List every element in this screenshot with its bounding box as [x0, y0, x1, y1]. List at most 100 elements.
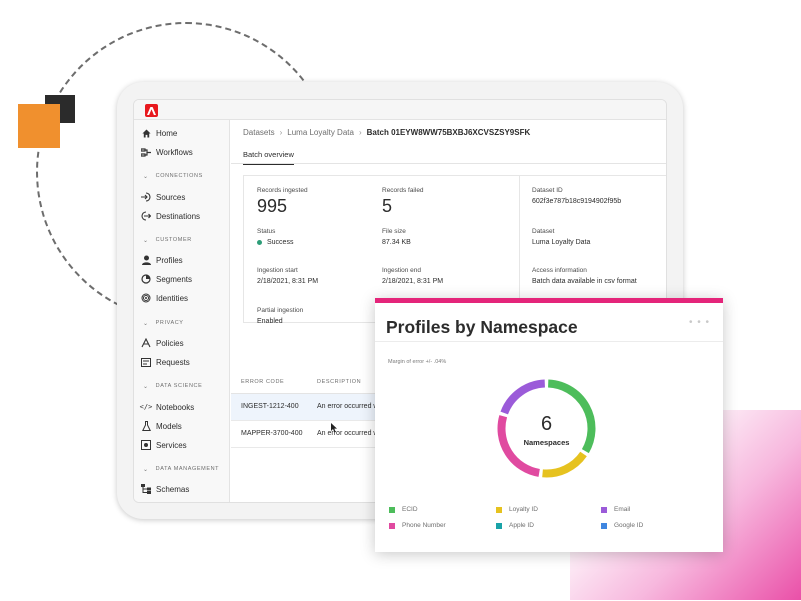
panel-divider — [375, 341, 723, 342]
ingestion-start-field: Ingestion start 2/18/2021, 8:31 PM — [257, 267, 319, 285]
sidebar-item-requests[interactable]: Requests — [141, 355, 190, 369]
left-nav: Home Workflows ⌄ CONNECTIONS Sources Dest… — [134, 120, 230, 502]
breadcrumb-separator: › — [358, 128, 362, 137]
sidebar-item-label: Profiles — [156, 255, 183, 265]
breadcrumb-datasets[interactable]: Datasets — [243, 128, 275, 137]
sidebar-item-label: Home — [156, 128, 178, 138]
column-header-description[interactable]: DESCRIPTION — [317, 379, 361, 385]
description-cell: An error occurred w — [317, 430, 379, 437]
legend-item-email[interactable]: Email — [601, 506, 630, 513]
sidebar-item-label: Destinations — [156, 211, 201, 221]
section-data-management[interactable]: ⌄ DATA MANAGEMENT — [143, 464, 219, 474]
column-header-error-code[interactable]: ERROR CODE — [241, 379, 284, 385]
mouse-pointer-icon — [331, 423, 338, 435]
sidebar-item-profiles[interactable]: Profiles — [141, 253, 183, 267]
sidebar-item-home[interactable]: Home — [141, 126, 177, 140]
sidebar-item-segments[interactable]: Segments — [141, 272, 192, 286]
ingestion-end-field: Ingestion end 2/18/2021, 8:31 PM — [382, 267, 444, 285]
chevron-down-icon: ⌄ — [143, 173, 149, 180]
flask-icon — [141, 421, 151, 431]
breadcrumb-current: Batch 01EYW8WW75BXBJ6XCVSZSY9SFK — [366, 128, 531, 137]
sidebar-item-label: Segments — [156, 274, 193, 284]
error-code-cell: INGEST-1212-400 — [241, 403, 299, 410]
sidebar-item-sources[interactable]: Sources — [141, 190, 185, 204]
access-info-field: Access information Batch data available … — [532, 267, 637, 285]
legend-item-phone-number[interactable]: Phone Number — [389, 522, 446, 529]
sidebar-item-workflows[interactable]: Workflows — [141, 145, 193, 159]
services-icon — [141, 440, 151, 450]
records-ingested-field: Records ingested 995 — [257, 187, 308, 216]
ingestion-start-value: 2/18/2021, 8:31 PM — [257, 278, 319, 285]
sidebar-item-label: Requests — [156, 357, 190, 367]
code-icon: </> — [139, 403, 153, 411]
destinations-icon — [141, 211, 151, 221]
partial-ingestion-value: Enabled — [257, 318, 283, 325]
more-options-icon[interactable]: • • • — [689, 317, 710, 328]
section-privacy[interactable]: ⌄ PRIVACY — [143, 318, 184, 328]
donut-segment[interactable] — [500, 379, 546, 415]
sidebar-item-label: Services — [156, 440, 187, 450]
sources-icon — [141, 192, 151, 202]
sidebar-item-services[interactable]: Services — [141, 438, 187, 452]
legend-item-google-id[interactable]: Google ID — [601, 522, 643, 529]
legend-swatch — [601, 506, 607, 513]
margin-of-error-note: Margin of error +/- .04% — [388, 359, 447, 365]
records-failed-value: 5 — [382, 196, 393, 216]
sidebar-item-identities[interactable]: Identities — [141, 291, 188, 305]
breadcrumb-separator: › — [279, 128, 283, 137]
sidebar-item-destinations[interactable]: Destinations — [141, 209, 200, 223]
chevron-down-icon: ⌄ — [143, 383, 149, 390]
legend-swatch — [389, 506, 395, 513]
section-connections[interactable]: ⌄ CONNECTIONS — [143, 171, 203, 181]
access-info-value: Batch data available in csv format — [532, 278, 637, 285]
sidebar-item-label: Identities — [156, 293, 189, 303]
panel-title: Profiles by Namespace — [386, 317, 578, 337]
sidebar-item-label: Policies — [156, 338, 184, 348]
dataset-value[interactable]: Luma Loyalty Data — [532, 239, 590, 246]
home-icon — [141, 128, 151, 138]
sidebar-item-models[interactable]: Models — [141, 419, 182, 433]
chevron-down-icon: ⌄ — [143, 466, 149, 473]
legend-swatch — [601, 522, 607, 529]
description-cell: An error occurred w — [317, 403, 379, 410]
section-data-science[interactable]: ⌄ DATA SCIENCE — [143, 381, 202, 391]
decorative-orange-square — [18, 104, 60, 148]
legend-swatch — [496, 522, 502, 529]
dataset-id-value: 602f3e787b18c9194902f95b — [532, 198, 622, 205]
partial-ingestion-field: Partial ingestion Enabled — [257, 307, 304, 325]
legend-item-ecid[interactable]: ECID — [389, 506, 418, 513]
sidebar-item-label: Sources — [156, 192, 186, 202]
chevron-down-icon: ⌄ — [143, 320, 149, 327]
status-success-dot — [257, 239, 262, 245]
breadcrumb: Datasets › Luma Loyalty Data › Batch 01EYW8W… — [243, 128, 530, 137]
top-bar — [134, 100, 666, 120]
status-value: Success — [267, 239, 294, 246]
profiles-by-namespace-panel: Profiles by Namespace • • • Margin of er… — [375, 298, 723, 552]
file-size-value: 87.34 KB — [382, 239, 411, 246]
marketing-stage: Home Workflows ⌄ CONNECTIONS Sources Dest… — [0, 0, 801, 601]
legend-item-apple-id[interactable]: Apple ID — [496, 522, 534, 529]
sidebar-item-policies[interactable]: Policies — [141, 336, 184, 350]
sidebar-item-label: Models — [156, 421, 182, 431]
identities-icon — [141, 293, 151, 303]
sidebar-item-label: Notebooks — [156, 402, 195, 412]
section-customer[interactable]: ⌄ CUSTOMER — [143, 235, 192, 245]
requests-icon — [141, 357, 151, 367]
segments-icon — [141, 274, 151, 284]
legend-item-loyalty-id[interactable]: Loyalty ID — [496, 506, 538, 513]
sidebar-item-notebooks[interactable]: </> Notebooks — [139, 400, 195, 414]
tab-divider — [231, 163, 666, 164]
file-size-field: File size 87.34 KB — [382, 228, 411, 246]
status-field: Status Success — [257, 228, 294, 246]
records-failed-field: Records failed 5 — [382, 187, 424, 216]
donut-center-label: Namespaces — [523, 438, 570, 447]
legend-swatch — [389, 522, 395, 529]
schemas-icon — [141, 484, 151, 494]
breadcrumb-dataset[interactable]: Luma Loyalty Data — [287, 128, 354, 137]
donut-segment[interactable] — [542, 451, 587, 478]
dataset-field: Dataset Luma Loyalty Data — [532, 228, 591, 246]
adobe-logo-icon[interactable] — [145, 104, 158, 117]
sidebar-item-schemas[interactable]: Schemas — [141, 482, 189, 496]
ingestion-end-value: 2/18/2021, 8:31 PM — [382, 278, 444, 285]
records-ingested-value: 995 — [257, 196, 288, 216]
